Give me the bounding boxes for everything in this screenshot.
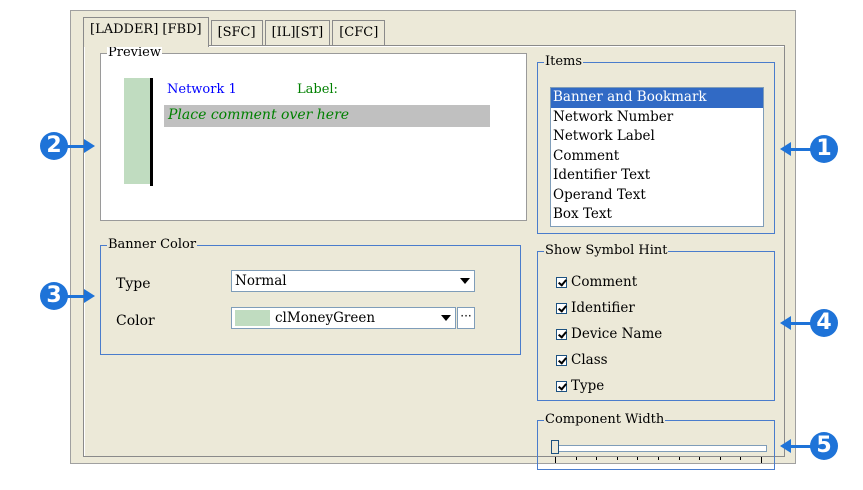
banner-color-title: Banner Color	[107, 237, 198, 253]
checkbox-icon[interactable]	[556, 328, 567, 340]
tab-sfc[interactable]: [SFC]	[210, 20, 263, 46]
checkbox-icon[interactable]	[556, 380, 567, 392]
class-checkbox[interactable]: Class	[556, 347, 662, 373]
width-slider-track[interactable]	[553, 445, 767, 452]
preview-network-label: Network 1	[167, 82, 237, 97]
type-checkbox[interactable]: Type	[556, 373, 662, 399]
slider-tick	[555, 457, 556, 463]
component-width-group: Component Width	[537, 412, 775, 470]
callout-2-line	[66, 145, 86, 148]
chevron-down-icon[interactable]	[456, 271, 474, 291]
preview-title: Preview	[107, 45, 162, 61]
slider-tick	[616, 457, 618, 460]
tab-cfc[interactable]: [CFC]	[332, 20, 386, 46]
symbol-hint-options: Comment Identifier Device Name Class Typ…	[556, 269, 662, 399]
callout-1-line	[790, 148, 812, 151]
checkbox-icon[interactable]	[556, 354, 567, 366]
type-dropdown[interactable]: Normal	[231, 270, 475, 292]
preview-comment-text: Place comment over here	[168, 107, 350, 123]
callout-1: 1	[810, 135, 838, 163]
list-item[interactable]: Identifier Text	[551, 166, 763, 186]
preview-banner	[124, 78, 150, 184]
type-label: Type	[116, 276, 151, 292]
slider-tick	[596, 457, 598, 460]
slider-tick	[719, 457, 721, 460]
comment-checkbox[interactable]: Comment	[556, 269, 662, 295]
callout-5-line	[790, 445, 812, 448]
component-width-title: Component Width	[544, 412, 666, 428]
color-value: clMoneyGreen	[275, 310, 376, 326]
items-group: Items Banner and Bookmark Network Number…	[537, 54, 775, 234]
slider-tick	[740, 457, 742, 460]
callout-3: 3	[40, 282, 68, 310]
slider-tick	[637, 457, 639, 460]
tab-il-st[interactable]: [IL][ST]	[264, 20, 331, 46]
device-name-checkbox[interactable]: Device Name	[556, 321, 662, 347]
items-title: Items	[544, 54, 584, 70]
width-slider-ticks	[555, 457, 763, 463]
preview-label-text: Label:	[297, 82, 338, 97]
slider-tick	[658, 457, 659, 460]
chevron-down-icon[interactable]	[437, 308, 455, 328]
arrow-left-icon	[780, 142, 791, 156]
banner-color-group: Banner Color Type Normal Color clMoneyGr…	[100, 237, 521, 355]
list-item[interactable]: Operand Text	[551, 186, 763, 206]
color-dropdown[interactable]: clMoneyGreen	[231, 307, 456, 329]
slider-tick	[761, 457, 762, 463]
symbol-hint-title: Show Symbol Hint	[544, 243, 669, 259]
list-item[interactable]: Network Number	[551, 108, 763, 128]
slider-tick	[699, 457, 701, 460]
arrow-right-icon	[84, 139, 95, 153]
preview-group: Preview Network 1 Label: Place comment o…	[100, 45, 527, 221]
list-item[interactable]: Box Text	[551, 205, 763, 225]
callout-5: 5	[810, 432, 838, 460]
identifier-checkbox[interactable]: Identifier	[556, 295, 662, 321]
preview-power-rail	[150, 78, 153, 186]
callout-4: 4	[810, 309, 838, 337]
list-item[interactable]: Network Label	[551, 127, 763, 147]
arrow-left-icon	[780, 439, 791, 453]
color-picker-button[interactable]: ···	[457, 307, 475, 329]
tab-ladder-fbd[interactable]: [LADDER] [FBD]	[83, 17, 209, 47]
checkbox-icon[interactable]	[556, 276, 567, 288]
symbol-hint-group: Show Symbol Hint Comment Identifier Devi…	[537, 243, 775, 401]
color-label: Color	[116, 313, 155, 329]
slider-tick	[678, 457, 680, 460]
arrow-right-icon	[84, 289, 95, 303]
callout-3-line	[66, 295, 86, 298]
slider-tick	[575, 457, 577, 460]
width-slider-thumb[interactable]	[551, 440, 559, 454]
preview-comment-bar: Place comment over here	[164, 105, 490, 127]
callout-2: 2	[40, 132, 68, 160]
checkbox-icon[interactable]	[556, 302, 567, 314]
list-item[interactable]: Banner and Bookmark	[551, 88, 763, 108]
type-value: Normal	[235, 273, 287, 289]
list-item[interactable]: Comment	[551, 147, 763, 167]
color-swatch	[235, 310, 270, 326]
tab-bar: [LADDER] [FBD] [SFC] [IL][ST] [CFC]	[83, 17, 387, 47]
items-list[interactable]: Banner and Bookmark Network Number Netwo…	[550, 87, 764, 227]
callout-4-line	[790, 322, 812, 325]
arrow-left-icon	[780, 316, 791, 330]
